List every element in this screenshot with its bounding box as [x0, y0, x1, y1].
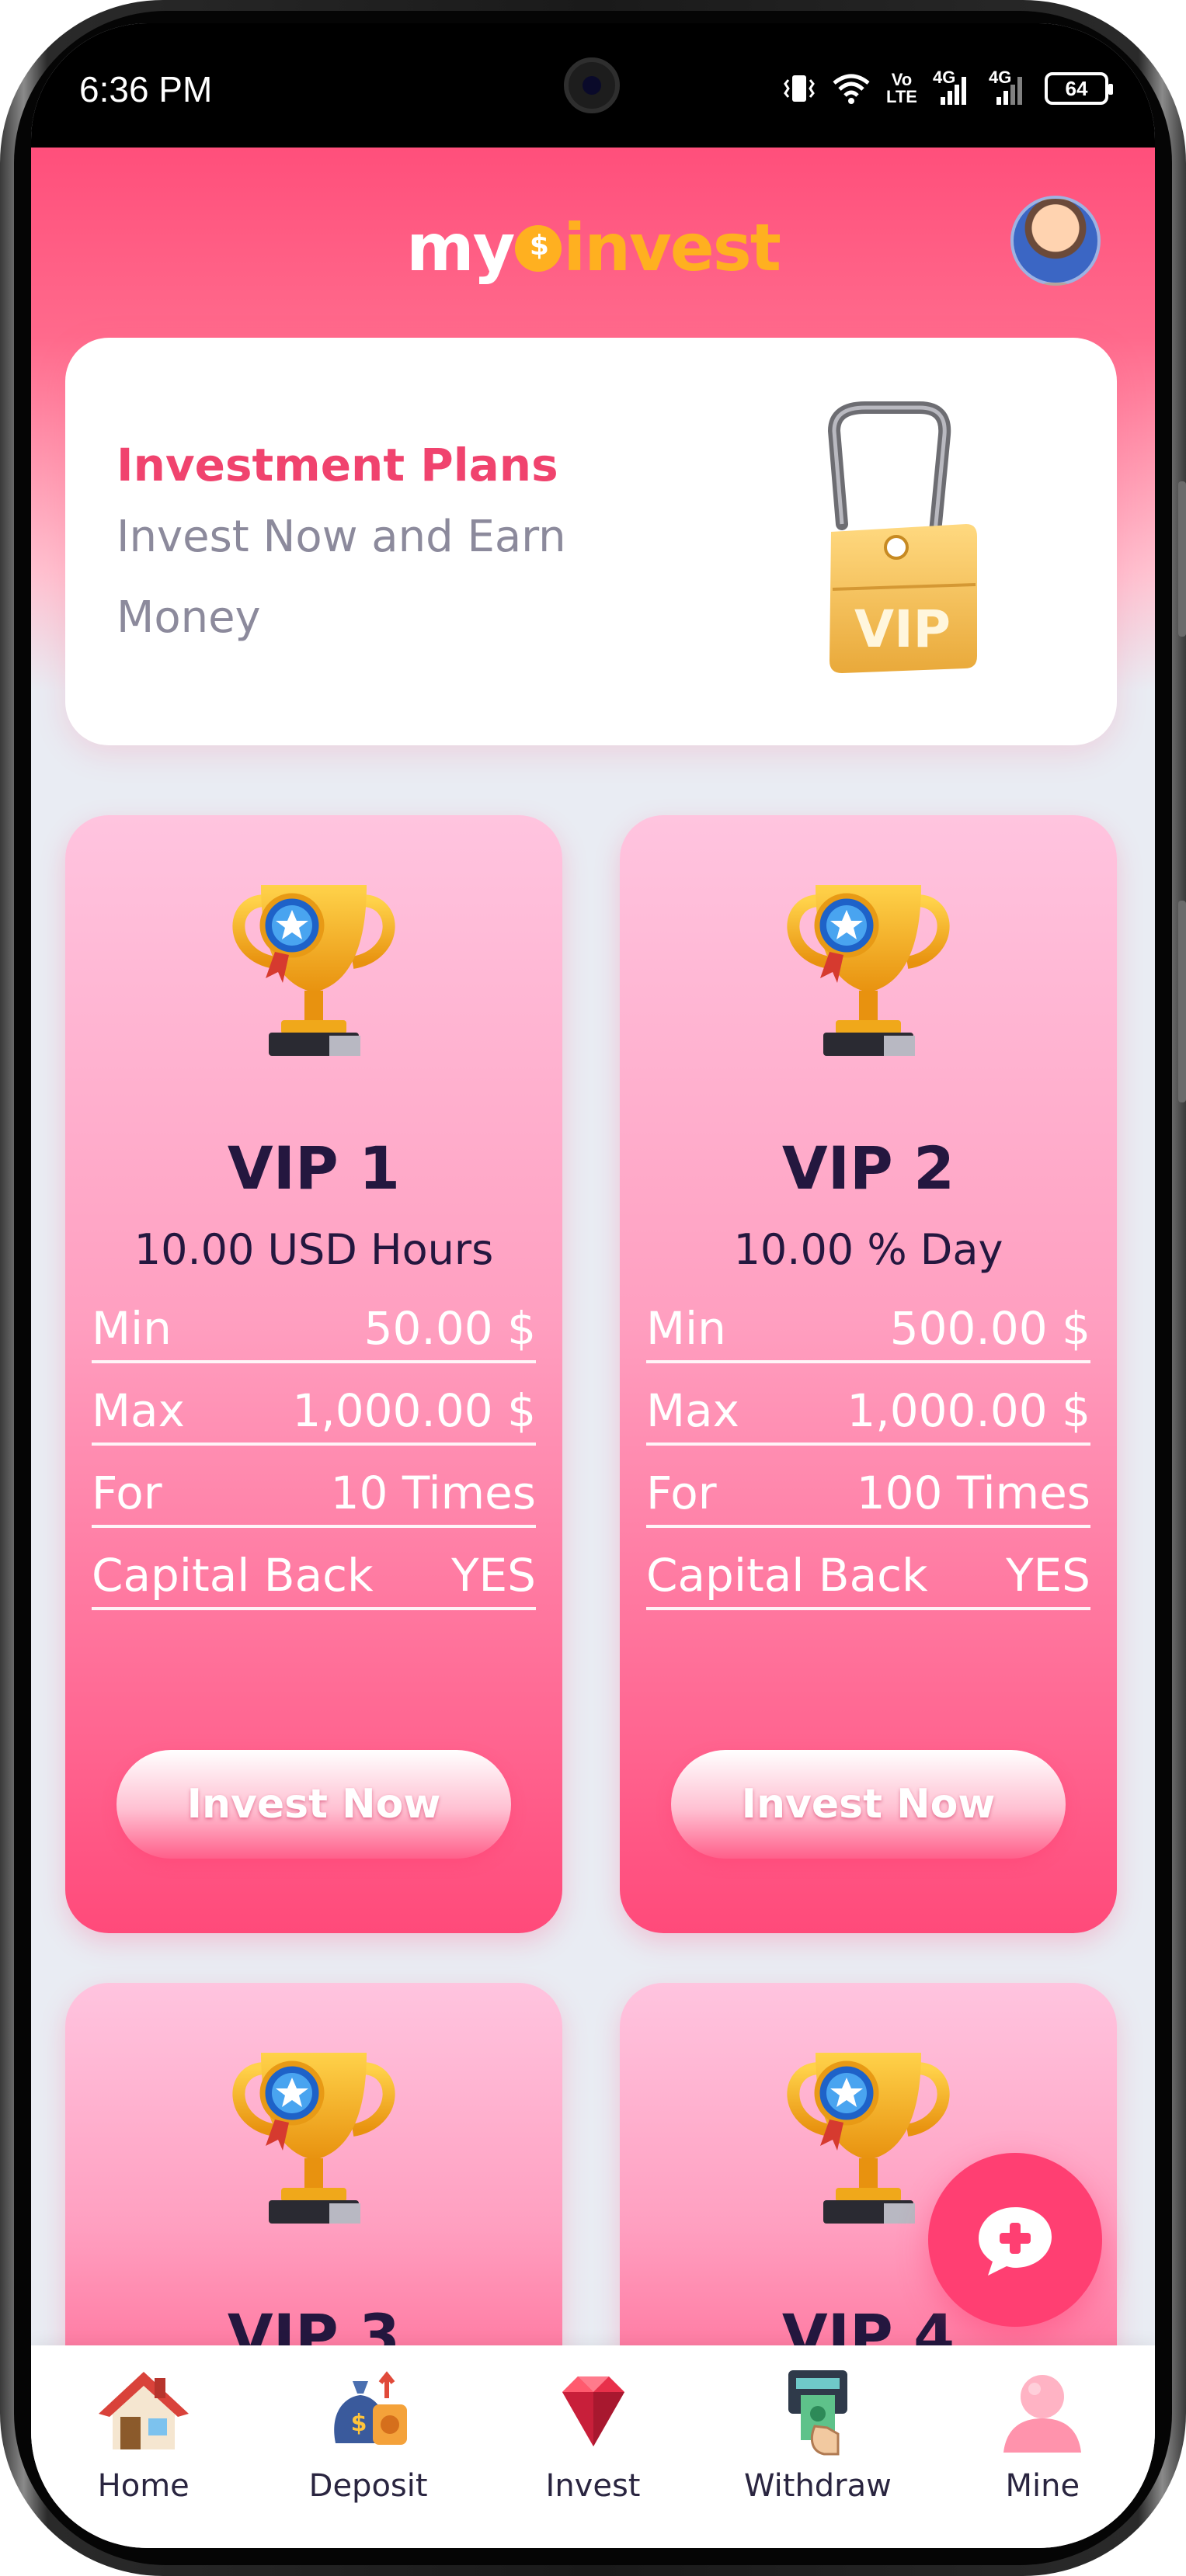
battery-level: 64 — [1065, 76, 1088, 100]
plan-row-capital-back: Capital Back YES — [646, 1528, 1090, 1610]
plan-row-for: For 10 Times — [92, 1446, 536, 1528]
nav-invest[interactable]: Invest — [481, 2345, 705, 2548]
volume-button — [1178, 481, 1186, 637]
chat-plus-icon — [979, 2207, 1052, 2276]
gem-icon — [562, 2376, 624, 2446]
atm-icon — [788, 2370, 847, 2456]
invest-now-button[interactable]: Invest Now — [117, 1750, 511, 1859]
signal-icon: 4G — [989, 68, 1029, 105]
row-label: Max — [646, 1384, 739, 1437]
row-value: 50.00 $ — [363, 1302, 536, 1355]
row-value: 1,000.00 $ — [847, 1384, 1090, 1437]
power-button — [1178, 901, 1186, 1102]
plan-row-max: Max 1,000.00 $ — [92, 1363, 536, 1446]
trophy-icon — [221, 2037, 407, 2239]
trophy-icon — [775, 870, 962, 1071]
trophy-icon — [221, 870, 407, 1071]
logo-invest: invest — [563, 210, 781, 286]
plan-row-for: For 100 Times — [646, 1446, 1090, 1528]
row-label: Min — [92, 1302, 172, 1355]
plan-rate: 10.00 USD Hours — [134, 1225, 494, 1274]
banner-title: Investment Plans — [117, 439, 558, 491]
front-camera — [564, 57, 620, 113]
logo-my: my — [406, 210, 515, 286]
nav-label: Withdraw — [743, 2468, 892, 2504]
row-value: YES — [1006, 1549, 1090, 1602]
app-screen: 6:36 PM Vo LTE 4G 4G 64 my$ invest Inves… — [31, 23, 1155, 2548]
row-label: Capital Back — [646, 1549, 928, 1602]
row-label: Min — [646, 1302, 726, 1355]
vip-tag-icon: VIP — [827, 401, 977, 673]
user-avatar[interactable] — [1010, 196, 1101, 286]
plan-name: VIP 2 — [781, 1134, 955, 1203]
battery-icon: 64 — [1045, 72, 1113, 105]
volte-icon: Vo LTE — [886, 70, 917, 106]
signal-icon: 4G — [933, 68, 973, 105]
house-icon — [98, 2372, 189, 2449]
plan-details: Min 500.00 $ Max 1,000.00 $ For 100 Times C… — [646, 1281, 1090, 1610]
vibrate-icon — [784, 75, 815, 102]
nav-mine[interactable]: Mine — [930, 2345, 1155, 2548]
status-time: 6:36 PM — [79, 69, 213, 109]
row-value: 100 Times — [856, 1467, 1090, 1519]
plan-name: VIP 1 — [227, 1134, 401, 1203]
nav-label: Home — [97, 2468, 190, 2504]
phone-frame: 6:36 PM Vo LTE 4G 4G 64 my$ invest Inves… — [0, 0, 1186, 2576]
profile-icon — [1003, 2375, 1082, 2453]
nav-home[interactable]: Home — [31, 2345, 256, 2548]
plan-details: Min 50.00 $ Max 1,000.00 $ For 10 Times Cap… — [92, 1281, 536, 1610]
plan-row-max: Max 1,000.00 $ — [646, 1363, 1090, 1446]
nav-label: Deposit — [308, 2468, 428, 2504]
app-logo: my invest — [31, 210, 1155, 286]
coin-icon — [515, 225, 562, 273]
nav-deposit[interactable]: $ Deposit — [256, 2345, 480, 2548]
bottom-navigation: Home $ Deposit Invest Withdraw Mine — [31, 2345, 1155, 2548]
row-label: For — [646, 1467, 717, 1519]
svg-text:$: $ — [351, 2410, 367, 2437]
plan-card: VIP 2 10.00 % Day Min 500.00 $ Max 1,000.0… — [620, 815, 1117, 1933]
wifi-icon — [833, 74, 870, 104]
banner-subtitle: Invest Now and Earn Money — [117, 512, 566, 643]
plan-card: VIP 1 10.00 USD Hours Min 50.00 $ Max 1,00… — [65, 815, 562, 1933]
svg-text:VIP: VIP — [854, 599, 951, 659]
status-bar: 6:36 PM Vo LTE 4G 4G 64 — [31, 23, 1155, 148]
nav-withdraw[interactable]: Withdraw — [705, 2345, 930, 2548]
plan-row-min: Min 500.00 $ — [646, 1281, 1090, 1363]
row-value: 1,000.00 $ — [292, 1384, 536, 1437]
row-label: For — [92, 1467, 162, 1519]
plan-row-min: Min 50.00 $ — [92, 1281, 536, 1363]
status-icons: Vo LTE 4G 4G 64 — [782, 68, 1113, 106]
invest-now-button[interactable]: Invest Now — [671, 1750, 1066, 1859]
row-label: Max — [92, 1384, 185, 1437]
nav-label: Mine — [1005, 2468, 1080, 2504]
row-value: 10 Times — [330, 1467, 536, 1519]
row-label: Capital Back — [92, 1549, 374, 1602]
row-value: YES — [451, 1549, 536, 1602]
plan-row-capital-back: Capital Back YES — [92, 1528, 536, 1610]
nav-label: Invest — [545, 2468, 641, 2504]
row-value: 500.00 $ — [889, 1302, 1090, 1355]
investment-banner: Investment Plans Invest Now and Earn Mon… — [65, 338, 1117, 745]
money-bag-icon: $ — [334, 2371, 408, 2445]
chat-support-button[interactable] — [928, 2153, 1102, 2327]
plan-rate: 10.00 % Day — [733, 1225, 1003, 1274]
